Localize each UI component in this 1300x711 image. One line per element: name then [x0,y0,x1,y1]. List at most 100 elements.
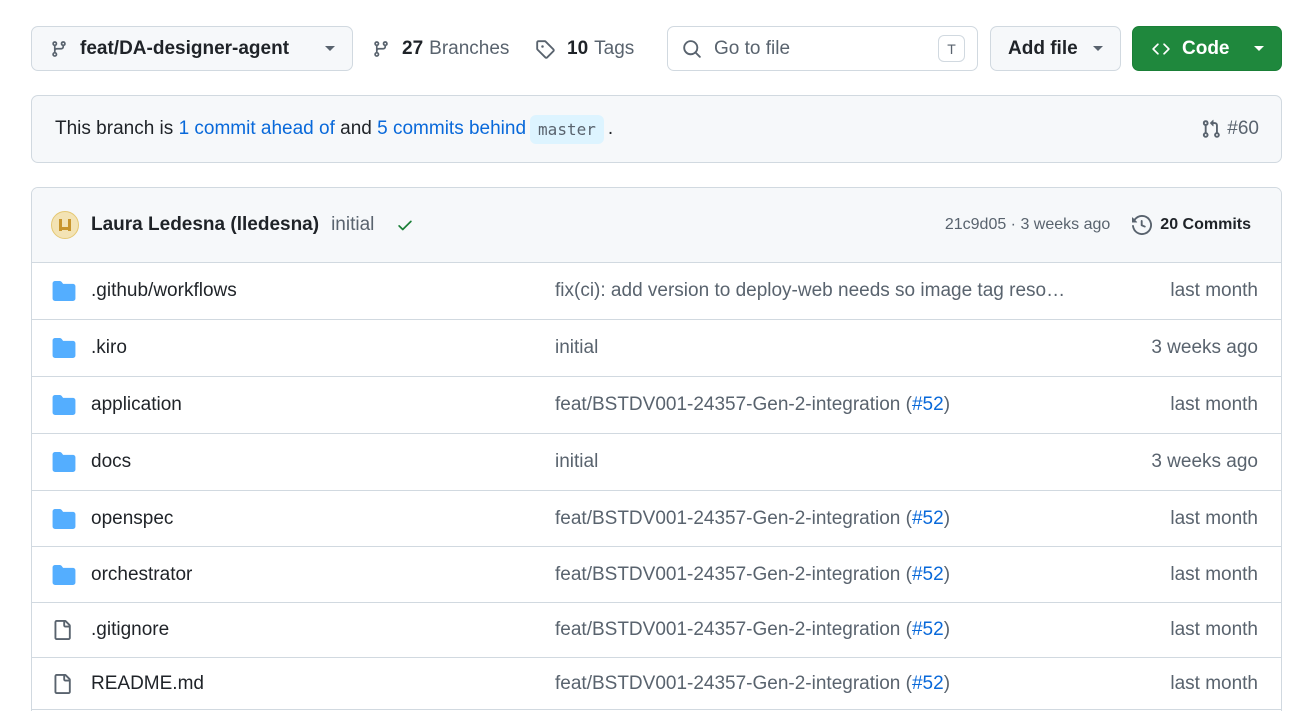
banner-middle: and [340,118,372,139]
file-row[interactable]: .kiro initial 3 weeks ago [32,320,1281,377]
caret-down-icon [1253,45,1265,53]
file-row[interactable]: README.md feat/BSTDV001-24357-Gen-2-integ… [32,658,1281,710]
commit-message-close: ) [943,563,951,585]
tags-link[interactable]: 10 Tags [535,26,634,71]
commit-message-text: feat/BSTDV001-24357-Gen-2-integration ( [555,507,912,529]
branches-count: 27 [402,37,424,59]
search-icon [682,39,702,59]
commit-message-close: ) [943,394,951,415]
code-icon [1150,40,1172,58]
file-last-updated: 3 weeks ago [1151,337,1258,358]
git-branch-icon [372,39,390,59]
file-last-updated: 3 weeks ago [1151,451,1258,472]
file-name-link[interactable]: application [91,394,182,416]
banner-suffix: . [607,118,614,139]
file-last-updated: last month [1170,507,1258,529]
code-button[interactable]: Code [1132,26,1282,71]
commit-sha-age[interactable]: 21c9d05 · 3 weeks ago [945,216,1110,234]
file-name-link[interactable]: openspec [91,508,173,530]
file-name-link[interactable]: orchestrator [91,564,192,586]
tags-label: Tags [594,37,635,59]
branch-status-banner: This branch is 1 commit ahead of and 5 c… [31,95,1282,163]
pull-request-link[interactable]: #60 [1201,118,1259,140]
branches-link[interactable]: 27 Branches [372,26,509,71]
commit-author[interactable]: Laura Ledesna (lledesna) [91,214,319,236]
file-row[interactable]: .gitignore feat/BSTDV001-24357-Gen-2-inte… [32,603,1281,658]
commit-message-close: ) [943,507,951,529]
file-commit-message[interactable]: initial [555,337,598,359]
check-icon[interactable] [396,216,414,234]
caret-down-icon [324,45,336,53]
file-row[interactable]: .github/workflows fix(ci): add version to… [32,263,1281,320]
file-commit-message[interactable]: initial [555,451,598,473]
commits-ahead-link[interactable]: 1 commit ahead of [179,118,335,140]
commit-message-text: fix(ci): add version to deploy-web needs… [555,280,1066,301]
tags-count: 10 [567,37,589,59]
file-row[interactable]: application feat/BSTDV001-24357-Gen-2-int… [32,377,1281,434]
file-name-link[interactable]: .gitignore [91,619,169,641]
commits-count: 20 Commits [1160,216,1251,233]
branch-status-text: This branch is 1 commit ahead of and 5 c… [55,114,1201,144]
file-commit-message[interactable]: feat/BSTDV001-24357-Gen-2-integration (#… [555,673,950,695]
file-commit-message[interactable]: feat/BSTDV001-24357-Gen-2-integration (#… [555,394,950,416]
commit-message-close: ) [943,672,951,694]
commit-message-text: feat/BSTDV001-24357-Gen-2-integration ( [555,563,912,585]
file-icon [52,672,72,696]
folder-icon [52,395,76,415]
code-label: Code [1182,37,1230,59]
git-branch-icon [50,39,68,59]
commit-message-text: initial [555,337,599,358]
commit-message-close: ) [943,619,951,640]
commit-message-text: feat/BSTDV001-24357-Gen-2-integration ( [555,619,912,640]
file-row[interactable]: docs initial 3 weeks ago [32,434,1281,491]
caret-down-icon [1092,45,1104,53]
file-last-updated: last month [1170,394,1258,415]
pull-request-ref[interactable]: #52 [912,508,944,529]
file-row[interactable]: orchestrator feat/BSTDV001-24357-Gen-2-in… [32,547,1281,603]
commits-history-link[interactable]: 20 Commits [1132,215,1251,235]
banner-prefix: This branch is [55,118,174,139]
folder-icon [52,508,76,529]
commit-message-text: initial [555,451,599,472]
file-name-link[interactable]: docs [91,451,131,473]
file-name-link[interactable]: .github/workflows [91,280,237,302]
branches-label: Branches [429,37,510,59]
file-list: Laura Ledesna (lledesna) initial 21c9d05… [31,187,1282,711]
pull-request-ref[interactable]: #52 [912,673,944,694]
folder-icon [52,338,76,358]
file-last-updated: last month [1170,672,1258,694]
folder-icon [52,281,76,301]
commits-behind-link[interactable]: 5 commits behind [377,118,526,140]
branch-select-button[interactable]: feat/DA-designer-agent [31,26,353,71]
commit-message-text: feat/BSTDV001-24357-Gen-2-integration ( [555,672,912,694]
file-name-link[interactable]: README.md [91,673,204,695]
file-last-updated: last month [1170,280,1258,301]
base-branch-label[interactable]: master [530,114,604,144]
add-file-button[interactable]: Add file [990,26,1121,71]
add-file-label: Add file [1008,37,1078,59]
file-last-updated: last month [1170,563,1258,585]
file-icon [52,618,72,642]
search-placeholder: Go to file [714,37,791,59]
pull-request-ref[interactable]: #52 [912,619,944,640]
pull-request-number: #60 [1227,118,1259,139]
file-commit-message[interactable]: feat/BSTDV001-24357-Gen-2-integration (#… [555,508,950,530]
file-commit-message[interactable]: feat/BSTDV001-24357-Gen-2-integration (#… [555,564,950,586]
tag-icon [535,39,555,59]
git-pull-request-icon [1201,119,1221,139]
file-commit-message[interactable]: fix(ci): add version to deploy-web needs… [555,280,1065,302]
folder-icon [52,452,76,472]
latest-commit-header: Laura Ledesna (lledesna) initial 21c9d05… [32,188,1281,263]
go-to-file-input[interactable]: Go to file T [667,26,978,71]
commit-message-text: feat/BSTDV001-24357-Gen-2-integration ( [555,394,912,415]
commit-message[interactable]: initial [331,214,374,236]
branch-name: feat/DA-designer-agent [80,37,290,59]
search-shortcut-key: T [938,35,965,62]
file-name-link[interactable]: .kiro [91,337,127,359]
file-last-updated: last month [1170,619,1258,640]
file-row[interactable]: openspec feat/BSTDV001-24357-Gen-2-integr… [32,491,1281,547]
pull-request-ref[interactable]: #52 [912,564,944,585]
pull-request-ref[interactable]: #52 [912,394,944,415]
author-avatar[interactable] [51,211,79,239]
file-commit-message[interactable]: feat/BSTDV001-24357-Gen-2-integration (#… [555,619,950,641]
